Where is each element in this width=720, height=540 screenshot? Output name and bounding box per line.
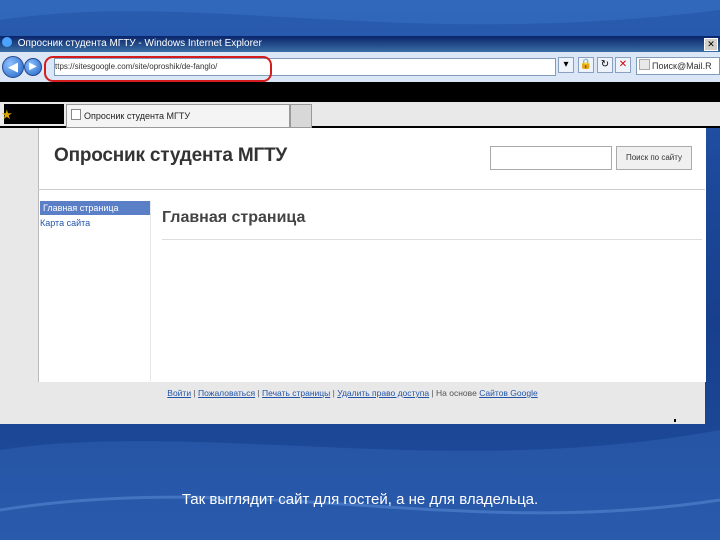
heading-divider — [162, 239, 702, 240]
search-provider-icon — [639, 59, 650, 70]
window-titlebar: Опросник студента МГТУ - Windows Interne… — [0, 36, 720, 52]
forward-button[interactable]: ▶ — [24, 58, 42, 76]
refresh-icon[interactable]: ↻ — [597, 57, 613, 73]
footer-powered-prefix: На основе — [436, 388, 477, 398]
footer-link-google-sites[interactable]: Сайтов Google — [479, 388, 538, 398]
cursor-mark — [674, 419, 676, 422]
favorites-area — [4, 104, 64, 124]
slide-caption: Так выглядит сайт для гостей, а не для в… — [181, 491, 539, 508]
favorites-star-icon[interactable]: ★ — [1, 107, 13, 123]
new-tab-button[interactable] — [290, 104, 312, 128]
browser-search-box[interactable]: Поиск@Mail.R — [636, 57, 720, 75]
tab-title: Опросник студента МГТУ — [84, 111, 191, 121]
sidebar-item-sitemap[interactable]: Карта сайта — [40, 218, 90, 228]
stop-icon[interactable]: ✕ — [615, 57, 631, 73]
footer-link-report[interactable]: Пожаловаться — [198, 388, 255, 398]
site-search-input[interactable] — [490, 146, 612, 170]
footer-link-signin[interactable]: Войти — [167, 388, 191, 398]
window-close-button[interactable]: ✕ — [704, 38, 718, 51]
footer-link-remove-access[interactable]: Удалить право доступа — [337, 388, 429, 398]
sidebar-item-home[interactable]: Главная страница — [40, 201, 150, 215]
address-dropdown-icon[interactable]: ▾ — [558, 57, 574, 73]
browser-search-placeholder: Поиск@Mail.R — [652, 61, 712, 71]
window-title: Опросник студента МГТУ - Windows Interne… — [17, 38, 262, 49]
footer-link-print[interactable]: Печать страницы — [262, 388, 330, 398]
lock-icon[interactable]: 🔒 — [578, 57, 594, 73]
ie-logo-icon — [2, 37, 12, 47]
sidebar-divider — [150, 201, 151, 381]
url-highlight-oval — [44, 56, 272, 82]
site-search-button[interactable]: Поиск по сайту — [616, 146, 692, 170]
tab-page-icon — [71, 109, 81, 120]
page-heading: Главная страница — [162, 209, 306, 226]
browser-tab[interactable]: Опросник студента МГТУ — [66, 104, 290, 128]
site-title: Опросник студента МГТУ — [54, 145, 288, 166]
header-divider — [38, 189, 705, 190]
site-footer: Войти | Пожаловаться | Печать страницы |… — [167, 388, 538, 398]
back-button[interactable]: ◀ — [2, 56, 24, 78]
